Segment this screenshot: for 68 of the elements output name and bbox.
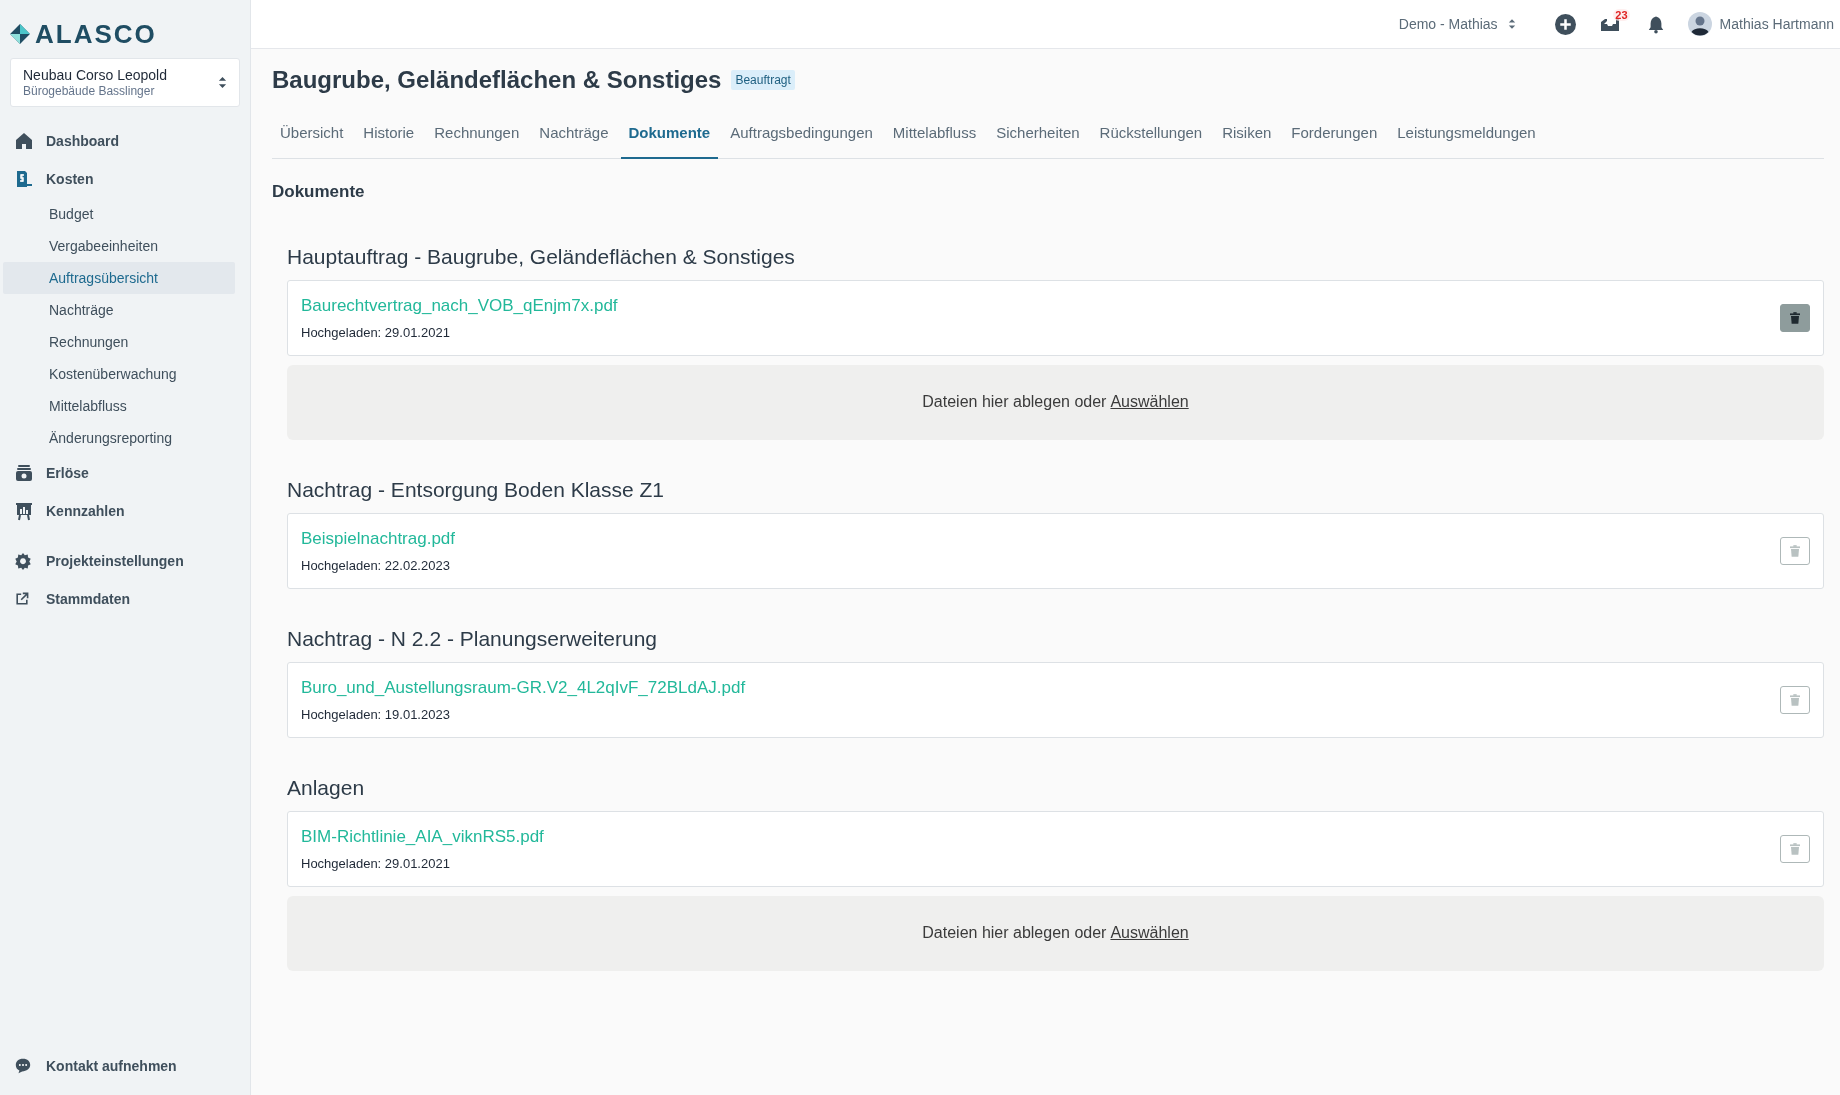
logo-icon [9, 23, 31, 45]
delete-button[interactable] [1780, 303, 1810, 332]
home-icon [14, 131, 34, 151]
settings-icon [14, 552, 32, 570]
presentation-chart-icon [14, 501, 34, 521]
drop-zone[interactable]: Dateien hier ablegen oder Auswählen [287, 895, 1824, 971]
tab[interactable]: Auftragsbedingungen [722, 119, 881, 159]
upload-date: Hochgeladen: 19.01.2023 [301, 705, 451, 724]
notification-count: 23 [1613, 9, 1630, 21]
upload-date: Hochgeladen: 22.02.2023 [301, 556, 451, 575]
tab[interactable]: Mittelabfluss [884, 119, 985, 159]
logo-text: ALASCO [35, 21, 157, 47]
upload-date: Hochgeladen: 29.01.2021 [301, 323, 451, 342]
trash-icon [1790, 311, 1800, 324]
tab[interactable]: Sicherheiten [988, 119, 1088, 159]
tab[interactable]: Historie [355, 119, 423, 159]
nav-item[interactable]: Stammdaten [0, 580, 250, 618]
sort-caret-icon [1507, 18, 1516, 30]
tab[interactable]: Rechnungen [426, 119, 528, 159]
nav-item[interactable]: Kennzahlen [0, 492, 250, 530]
document-dollar-icon [14, 169, 34, 189]
group-title: Nachtrag - N 2.2 - Planungserweiterung [287, 625, 659, 652]
tab[interactable]: Übersicht [272, 119, 352, 159]
tab[interactable]: Dokumente [620, 119, 719, 159]
chat-bubble-icon [14, 1057, 32, 1075]
tab[interactable]: Nachträge [531, 119, 617, 159]
project-name: Neubau Corso Leopold [23, 66, 167, 84]
nav-subitem[interactable]: Auftragsübersicht [3, 262, 235, 294]
workspace-selector[interactable]: Demo - Mathias [1398, 13, 1516, 35]
nav-item[interactable]: Dashboard [0, 122, 250, 160]
select-files-link[interactable]: Auswählen [1110, 921, 1189, 945]
select-files-link[interactable]: Auswählen [1110, 390, 1189, 414]
external-link-icon [14, 591, 30, 607]
plus-icon [1555, 13, 1577, 35]
group-title: Anlagen [287, 774, 366, 801]
nav-subitem[interactable]: Nachträge [3, 294, 235, 326]
project-selector[interactable]: Neubau Corso Leopold Bürogebäude Basslinger [10, 58, 240, 107]
nav-subitem[interactable]: Kostenüberwachung [3, 358, 235, 390]
nav-item[interactable]: Erlöse [0, 454, 250, 492]
page-title: Baugrube, Geländeflächen & Sonstiges [272, 65, 722, 95]
contact-link[interactable]: Kontakt aufnehmen [0, 1046, 250, 1086]
status-badge: Beauftragt [731, 70, 795, 90]
tab[interactable]: Leistungsmeldungen [1389, 119, 1544, 159]
sort-caret-icon [218, 76, 227, 89]
nav-subitem[interactable]: Änderungsreporting [3, 422, 235, 454]
trash-icon [1790, 693, 1800, 706]
drop-zone[interactable]: Dateien hier ablegen oder Auswählen [287, 364, 1824, 440]
bell-icon [1646, 14, 1665, 34]
tab[interactable]: Rückstellungen [1091, 119, 1211, 159]
upload-date: Hochgeladen: 29.01.2021 [301, 854, 451, 873]
tab[interactable]: Forderungen [1283, 119, 1386, 159]
project-subtitle: Bürogebäude Basslinger [23, 84, 156, 99]
avatar-icon [1687, 12, 1712, 36]
cash-stack-icon [14, 463, 34, 483]
user-menu[interactable]: Mathias Hartmann [1687, 12, 1834, 36]
trash-icon [1790, 544, 1800, 557]
tab[interactable]: Risiken [1214, 119, 1280, 159]
nav-item[interactable]: Projekteinstellungen [0, 542, 250, 580]
trash-icon [1790, 842, 1800, 855]
nav-subitem[interactable]: Budget [3, 198, 235, 230]
inbox-button[interactable]: 23 [1589, 6, 1630, 42]
nav-item[interactable]: Kosten [0, 160, 250, 198]
section-title: Dokumente [272, 181, 366, 203]
nav-subitem[interactable]: Rechnungen [3, 326, 235, 358]
group-title: Hauptauftrag - Baugrube, Geländeflächen & Sonstiges [287, 243, 796, 270]
group-title: Nachtrag - Entsorgung Boden Klasse Z1 [287, 476, 666, 503]
nav-subitem[interactable]: Mittelabfluss [3, 390, 235, 422]
nav-subitem[interactable]: Vergabeeinheiten [3, 230, 235, 262]
